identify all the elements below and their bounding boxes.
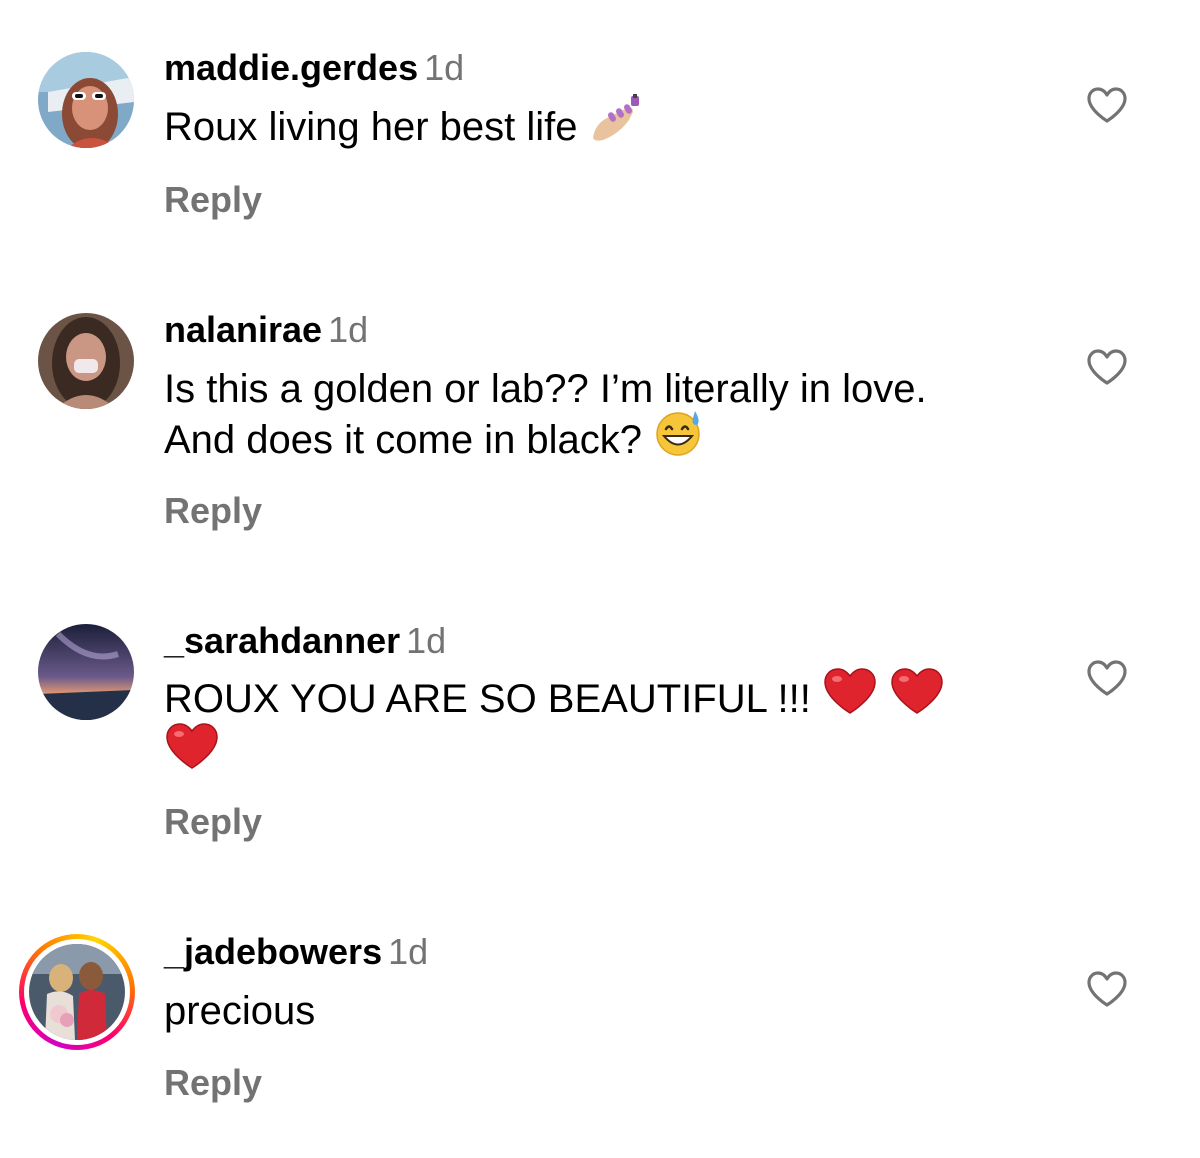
red-heart-icon: [889, 666, 945, 729]
heart-outline-icon: [1087, 349, 1127, 385]
like-button[interactable]: [1086, 348, 1128, 386]
comment-text: ROUX YOU ARE SO BEAUTIFUL !!!: [164, 668, 1004, 784]
comment-text: Roux living her best life: [164, 94, 994, 157]
reply-button[interactable]: Reply: [164, 802, 262, 842]
like-button[interactable]: [1086, 659, 1128, 697]
red-heart-icon: [164, 721, 220, 784]
heart-outline-icon: [1087, 87, 1127, 123]
comment-text-content: precious: [164, 989, 316, 1033]
comment-text-content: ROUX YOU ARE SO BEAUTIFUL !!!: [164, 677, 811, 722]
username[interactable]: _sarahdanner: [164, 620, 400, 661]
comment-header: nalanirae 1d: [164, 310, 368, 350]
reply-button[interactable]: Reply: [164, 180, 262, 220]
nail-polish-icon: [589, 94, 643, 157]
avatar: [29, 944, 125, 1040]
timestamp: 1d: [388, 931, 429, 972]
comment-text: Is this a golden or lab?? I’m literally …: [164, 364, 964, 470]
reply-button[interactable]: Reply: [164, 491, 262, 531]
username[interactable]: maddie.gerdes: [164, 47, 418, 88]
timestamp: 1d: [424, 47, 465, 88]
heart-outline-icon: [1087, 660, 1127, 696]
comment-text-content: Is this a golden or lab?? I’m literally …: [164, 367, 927, 463]
comment-text-content: Roux living her best life: [164, 105, 578, 150]
red-heart-icon: [822, 666, 878, 729]
timestamp: 1d: [328, 309, 369, 350]
avatar[interactable]: [38, 624, 134, 720]
heart-outline-icon: [1087, 971, 1127, 1007]
username[interactable]: nalanirae: [164, 309, 322, 350]
timestamp: 1d: [406, 620, 447, 661]
comment-header: maddie.gerdes 1d: [164, 48, 464, 88]
avatar[interactable]: [38, 313, 134, 409]
story-ring[interactable]: [19, 934, 135, 1050]
grinning-sweat-icon: [653, 407, 703, 470]
reply-button[interactable]: Reply: [164, 1063, 262, 1103]
comment-header: _sarahdanner 1d: [164, 621, 446, 661]
like-button[interactable]: [1086, 970, 1128, 1008]
username[interactable]: _jadebowers: [164, 931, 382, 972]
comment-header: _jadebowers 1d: [164, 932, 428, 972]
like-button[interactable]: [1086, 86, 1128, 124]
avatar[interactable]: [38, 52, 134, 148]
comment-text: precious: [164, 986, 994, 1037]
